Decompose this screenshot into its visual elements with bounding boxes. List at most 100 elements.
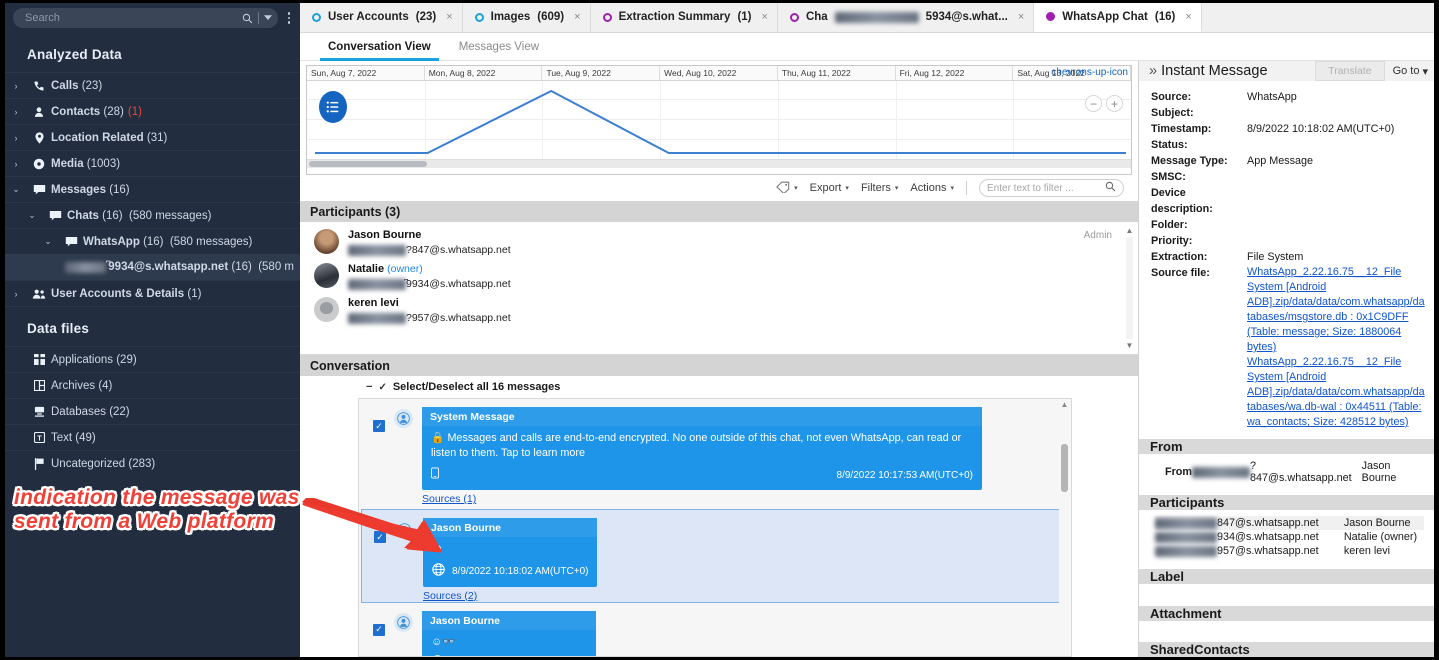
message-row-selected[interactable]: ✓ Jason Bourne הי — [361, 509, 1069, 603]
actions-button[interactable]: Actions ▾ — [910, 182, 954, 194]
tab-extraction-summary[interactable]: Extraction Summary (1) × — [590, 3, 778, 32]
tab-whatsapp-chat[interactable]: WhatsApp Chat (16) × — [1034, 3, 1202, 32]
tab-messages-view[interactable]: Messages View — [445, 33, 553, 61]
scroll-up-icon[interactable]: ▲ — [1126, 226, 1134, 235]
collapse-caret-icon[interactable]: ⌄ — [21, 210, 43, 221]
sidebar-item-selected-chat[interactable]: ͆9934@s.whatsapp.net (16) (580 m — [5, 254, 300, 280]
sidebar-item-label: Media — [51, 157, 84, 170]
sidebar-item-media[interactable]: › Media (1003) — [5, 150, 300, 176]
close-icon[interactable]: × — [446, 11, 452, 23]
sidebar-item-messages[interactable]: ⌄ Messages (16) — [5, 176, 300, 202]
collapse-caret-icon[interactable]: ⌄ — [37, 236, 59, 247]
expand-caret-icon[interactable]: › — [5, 289, 27, 299]
tab-images[interactable]: Images (609) × — [462, 3, 591, 32]
table-row[interactable]: 957@s.whatsapp.net keren levi — [1155, 544, 1424, 558]
message-row[interactable]: ✓ System Message 🔒 Messages and calls ar… — [359, 399, 1071, 505]
search-input[interactable]: Search — [13, 8, 278, 28]
scroll-down-icon[interactable]: ▼ — [1126, 341, 1134, 350]
source-file-link[interactable]: WhatsApp_2.22.16.75__12_File System [And… — [1247, 266, 1425, 353]
participant-row[interactable]: keren levi ?957@s.whatsapp.net — [300, 290, 1138, 324]
sidebar-item-user-accounts[interactable]: › User Accounts & Details (1) — [5, 280, 300, 306]
collapse-caret-icon[interactable]: ⌄ — [5, 184, 27, 195]
table-row[interactable]: 934@s.whatsapp.net Natalie (owner) — [1155, 530, 1424, 544]
chevron-down-icon[interactable]: ▾ — [845, 184, 849, 192]
message-row[interactable]: ✓ Jason Bourne ☺👓 — [359, 603, 1071, 656]
source-file-link[interactable]: WhatsApp_2.22.16.75__12_File System [And… — [1247, 356, 1425, 428]
expand-caret-icon[interactable]: › — [5, 133, 27, 143]
scrollbar-thumb[interactable] — [309, 161, 427, 167]
filter-input[interactable]: Enter text to filter ... — [979, 179, 1124, 197]
chevron-down-icon[interactable]: ▾ — [1422, 65, 1428, 78]
message-bubble[interactable]: Jason Bourne ☺👓 8/9/2022 10:18:29 AM(UTC… — [422, 610, 597, 656]
message-sources-link[interactable]: Sources (2) — [423, 587, 597, 602]
section-shared-contacts: SharedContacts — [1139, 642, 1434, 657]
filters-button[interactable]: Filters ▾ — [861, 182, 898, 194]
message-bubble[interactable]: System Message 🔒 Messages and calls are … — [422, 407, 982, 491]
chevron-down-icon[interactable]: ▾ — [950, 184, 954, 192]
messages-scrollbar[interactable]: ▲ — [1059, 400, 1070, 655]
translate-button[interactable]: Translate — [1315, 61, 1385, 81]
check-icon[interactable]: ✓ — [378, 382, 386, 393]
scroll-up-icon[interactable]: ▲ — [1059, 400, 1070, 409]
select-all-row[interactable]: − ✓ Select/Deselect all 16 messages — [358, 376, 1138, 398]
sidebar-item-archives[interactable]: Archives (4) — [5, 372, 300, 398]
sidebar-item-location-related[interactable]: › Location Related (31) — [5, 124, 300, 150]
expand-caret-icon[interactable]: › — [5, 159, 27, 169]
chevron-down-icon[interactable] — [264, 15, 272, 21]
sidebar-item-text[interactable]: T Text (49) — [5, 424, 300, 450]
goto-button[interactable]: Go to ▾ — [1393, 65, 1428, 78]
participant-row[interactable]: Jason Bourne ?847@s.whatsapp.net Admin — [300, 222, 1138, 256]
field-key: Priority: — [1151, 235, 1193, 247]
message-sender: System Message — [422, 407, 982, 426]
tab-conversation-view[interactable]: Conversation View — [314, 33, 445, 61]
chevrons-up-icon[interactable]: chevrons-up-icon — [1051, 67, 1128, 78]
message-checkbox[interactable]: ✓ — [373, 623, 385, 636]
tag-button[interactable]: ▾ — [776, 181, 798, 196]
timeline-chart[interactable]: Sun, Aug 7, 2022 Mon, Aug 8, 2022 Tue, A… — [306, 65, 1132, 175]
zoom-in-button[interactable]: + — [1106, 95, 1123, 112]
annotation-line-2: sent from a Web platform — [14, 509, 275, 533]
zoom-out-button[interactable]: − — [1085, 95, 1102, 112]
expand-caret-icon[interactable]: › — [5, 81, 27, 91]
sidebar-item-whatsapp[interactable]: ⌄ WhatsApp (16) (580 messages) — [5, 228, 300, 254]
chevron-down-icon[interactable]: ▾ — [794, 184, 798, 192]
tab-user-accounts[interactable]: User Accounts (23) × — [300, 3, 463, 32]
expand-caret-icon[interactable]: › — [5, 107, 27, 117]
scrollbar-thumb[interactable] — [1061, 444, 1068, 492]
sidebar-item-calls[interactable]: › Calls (23) — [5, 72, 300, 98]
export-button[interactable]: Export ▾ — [810, 182, 849, 194]
tab-chat[interactable]: Cha 5934@s.what... × — [777, 3, 1035, 32]
sidebar-item-contacts[interactable]: › Contacts (28) (1) — [5, 98, 300, 124]
sidebar-item-uncategorized[interactable]: Uncategorized (283) — [5, 450, 300, 476]
field-value: 8/9/2022 10:18:02 AM(UTC+0) — [1247, 123, 1395, 135]
kebab-menu-icon[interactable] — [282, 12, 296, 24]
scrollbar-track[interactable] — [1126, 237, 1133, 339]
sidebar-search-row: Search — [5, 3, 300, 33]
close-icon[interactable]: × — [574, 11, 580, 23]
table-row[interactable]: 847@s.whatsapp.net Jason Bourne — [1155, 516, 1424, 530]
list-icon[interactable] — [319, 91, 347, 123]
sidebar-item-applications[interactable]: Applications (29) — [5, 346, 300, 372]
field-value: App Message — [1247, 155, 1314, 167]
search-icon[interactable] — [242, 13, 253, 24]
participants-scrollbar[interactable]: ▲ ▼ — [1125, 226, 1134, 350]
search-icon[interactable] — [1105, 181, 1116, 195]
sidebar-item-chats[interactable]: ⌄ Chats (16) (580 messages) — [5, 202, 300, 228]
close-icon[interactable]: × — [1018, 11, 1024, 23]
annotation-text: indication the message was sent from a W… — [14, 486, 344, 533]
chevrons-right-icon[interactable]: » — [1149, 63, 1157, 79]
sidebar-item-databases[interactable]: Databases (22) — [5, 398, 300, 424]
phone-device-icon — [431, 466, 439, 484]
chevron-down-icon[interactable]: ▾ — [895, 184, 899, 192]
collapse-all-icon[interactable]: − — [366, 381, 372, 393]
redacted-phone-number — [1155, 531, 1217, 543]
participant-row[interactable]: Natalie (owner) ͆9934@s.whatsapp.net — [300, 256, 1138, 290]
message-list[interactable]: ✓ System Message 🔒 Messages and calls ar… — [358, 398, 1072, 657]
close-icon[interactable]: × — [762, 11, 768, 23]
timeline-scrollbar[interactable] — [307, 159, 1131, 168]
close-icon[interactable]: × — [1185, 11, 1191, 23]
redacted-phone-number — [1155, 517, 1217, 529]
message-sources-link[interactable]: Sources (1) — [422, 490, 982, 505]
message-checkbox[interactable]: ✓ — [373, 420, 385, 432]
sidebar-item-alert-count: (1) — [127, 105, 142, 118]
